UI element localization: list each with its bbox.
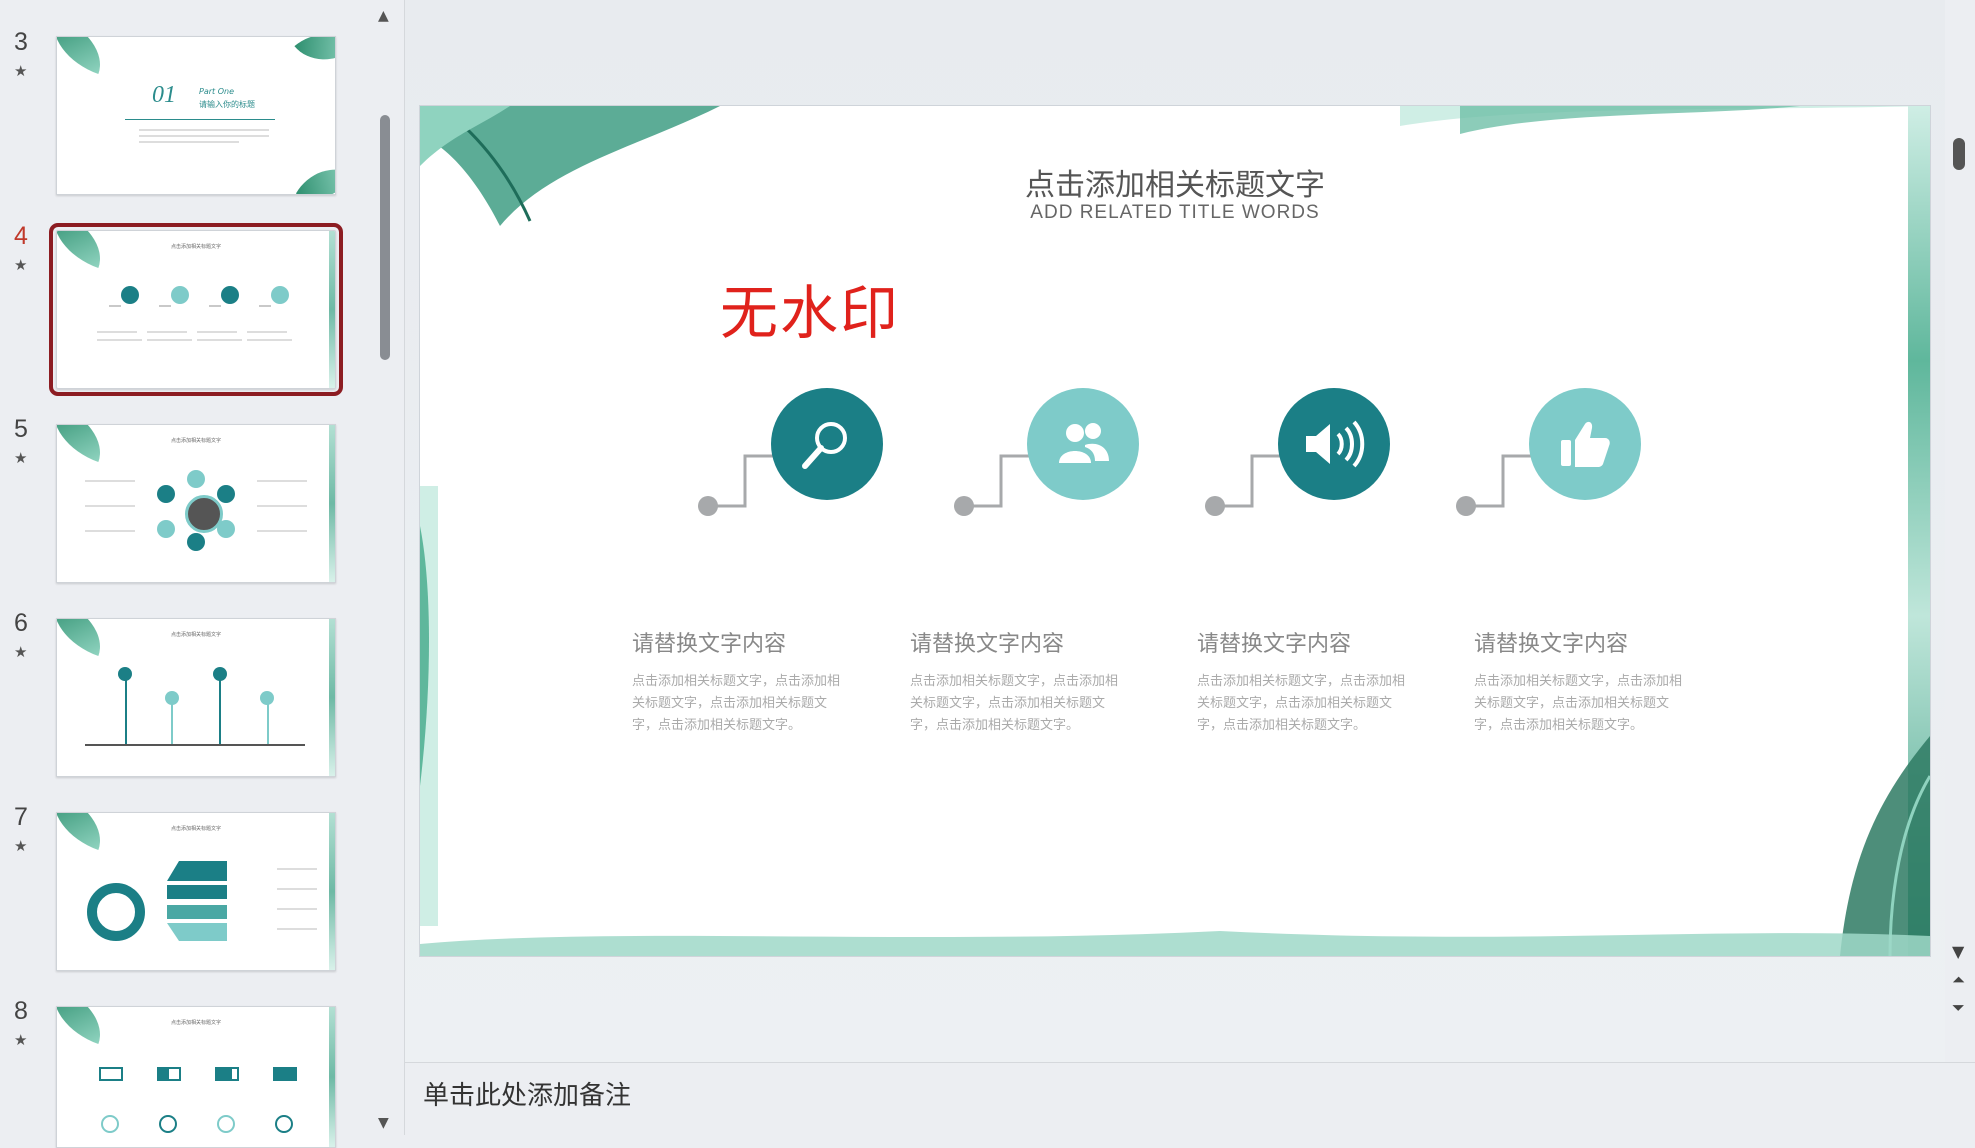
leaf-decoration-icon xyxy=(420,486,438,926)
thumb-3-number: 01 xyxy=(152,82,176,108)
item-body-1[interactable]: 点击添加相关标题文字，点击添加相关标题文字，点击添加相关标题文字，点击添加相关标… xyxy=(632,671,852,737)
leaf-decoration-icon xyxy=(1400,106,1930,134)
connector-dot xyxy=(954,496,974,516)
thumbs-up-icon[interactable] xyxy=(1529,388,1641,500)
item-heading-1[interactable]: 请替换文字内容 xyxy=(632,626,786,658)
item-heading-4[interactable]: 请替换文字内容 xyxy=(1474,626,1628,658)
item-body-2[interactable]: 点击添加相关标题文字，点击添加相关标题文字，点击添加相关标题文字，点击添加相关标… xyxy=(910,671,1130,737)
scrollbar-thumb[interactable] xyxy=(1953,138,1965,170)
item-heading-2[interactable]: 请替换文字内容 xyxy=(910,626,1064,658)
slide-number-6: 6 xyxy=(14,609,28,637)
thumb-7-title: 点击添加相关标题文字 xyxy=(170,826,221,832)
slide-thumbnail-5[interactable]: 点击添加相关标题文字 xyxy=(56,424,336,583)
notes-placeholder[interactable]: 单击此处添加备注 xyxy=(423,1075,631,1112)
slide-number-5: 5 xyxy=(14,415,28,443)
animation-star-icon: ★ xyxy=(14,643,28,661)
animation-star-icon: ★ xyxy=(14,62,28,80)
notes-pane[interactable]: 单击此处添加备注 xyxy=(405,1062,1975,1136)
previous-slide-icon[interactable]: ⏶ xyxy=(1952,970,1965,990)
slide-thumbnail-6[interactable]: 点击添加相关标题文字 xyxy=(56,618,336,777)
animation-star-icon: ★ xyxy=(14,837,28,855)
thumb-5-title: 点击添加相关标题文字 xyxy=(170,438,221,444)
item-body-4[interactable]: 点击添加相关标题文字，点击添加相关标题文字，点击添加相关标题文字，点击添加相关标… xyxy=(1474,671,1694,737)
slide-thumbnail-7[interactable]: 点击添加相关标题文字 xyxy=(56,812,336,971)
connector-dot xyxy=(1205,496,1225,516)
leaf-decoration-icon xyxy=(1840,736,1930,956)
connector-dot xyxy=(698,496,718,516)
slide-thumbnail-3[interactable]: 01 Part One 请输入你的标题 xyxy=(56,36,336,195)
current-slide[interactable]: 无水印 点击添加相关标题文字 ADD RELATED TITLE WORDS 请… xyxy=(420,106,1930,956)
scroll-down-arrow-icon[interactable]: ▼ xyxy=(1952,942,1964,961)
animation-star-icon: ★ xyxy=(14,256,28,274)
users-icon[interactable] xyxy=(1027,388,1139,500)
slide-number-4: 4 xyxy=(14,222,28,250)
next-slide-icon[interactable]: ⏷ xyxy=(1952,998,1965,1018)
scrollbar-thumb[interactable] xyxy=(380,115,390,360)
speaker-icon[interactable] xyxy=(1278,388,1390,500)
magnifier-icon[interactable] xyxy=(771,388,883,500)
animation-star-icon: ★ xyxy=(14,1031,28,1049)
slide-thumbnail-panel: 3 ★ 01 Part One 请输入你的标题 4 ★ 点击添加相关标题文字 5… xyxy=(0,0,404,1148)
thumbnail-scrollbar[interactable]: ▲ ▼ xyxy=(370,0,400,1135)
leaf-decoration-icon xyxy=(420,931,1930,956)
watermark-text: 无水印 xyxy=(720,279,901,347)
slide-title[interactable]: 点击添加相关标题文字 xyxy=(420,160,1930,204)
scroll-up-arrow-icon[interactable]: ▲ xyxy=(378,8,389,24)
thumb-3-subtitle: 请输入你的标题 xyxy=(199,100,255,109)
thumb-8-title: 点击添加相关标题文字 xyxy=(170,1020,221,1026)
thumb-3-part: Part One xyxy=(199,87,234,96)
editor-scrollbar[interactable]: ▼ ⏶ ⏷ xyxy=(1945,0,1975,1062)
thumb-6-title: 点击添加相关标题文字 xyxy=(170,632,221,638)
slide-subtitle[interactable]: ADD RELATED TITLE WORDS xyxy=(420,202,1930,224)
scroll-down-arrow-icon[interactable]: ▼ xyxy=(378,1115,389,1131)
connector-dot xyxy=(1456,496,1476,516)
slide-number-3: 3 xyxy=(14,28,28,56)
slide-thumbnail-8[interactable]: 点击添加相关标题文字 xyxy=(56,1006,336,1148)
item-body-3[interactable]: 点击添加相关标题文字，点击添加相关标题文字，点击添加相关标题文字，点击添加相关标… xyxy=(1197,671,1417,737)
thumb-4-title: 点击添加相关标题文字 xyxy=(170,244,221,250)
slide-number-7: 7 xyxy=(14,803,28,831)
slide-thumbnail-4[interactable]: 点击添加相关标题文字 xyxy=(49,223,343,396)
animation-star-icon: ★ xyxy=(14,449,28,467)
item-heading-3[interactable]: 请替换文字内容 xyxy=(1197,626,1351,658)
slide-number-8: 8 xyxy=(14,997,28,1025)
